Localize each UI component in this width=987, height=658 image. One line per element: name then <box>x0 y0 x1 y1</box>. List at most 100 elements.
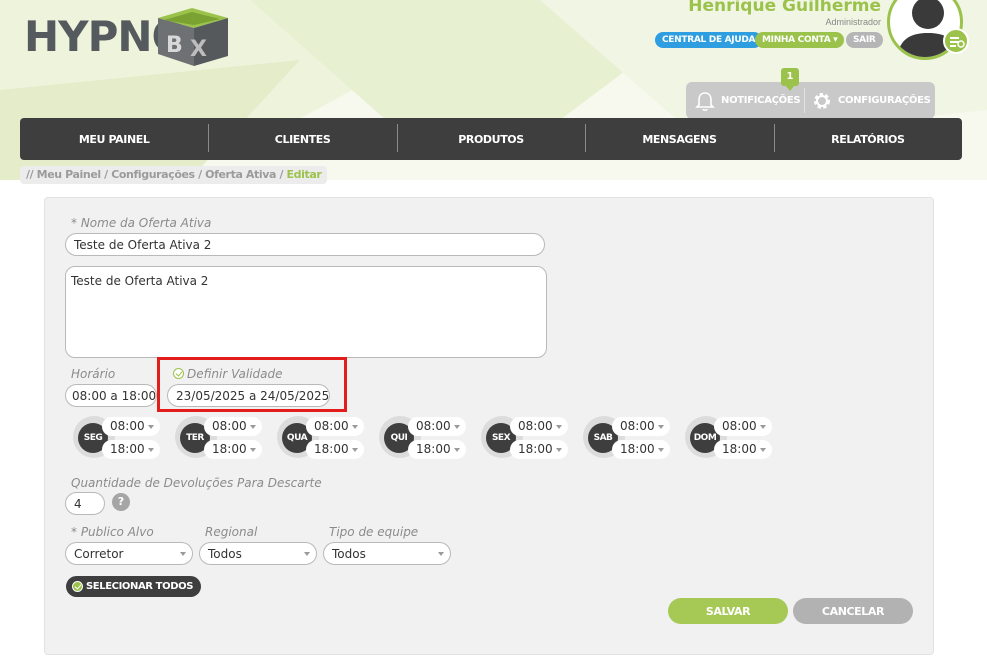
chevron-down-icon <box>556 425 562 429</box>
help-center-link[interactable]: CENTRAL DE AJUDA <box>655 32 763 48</box>
chevron-down-icon <box>454 425 460 429</box>
profile-settings-icon[interactable] <box>943 28 969 54</box>
chevron-down-icon <box>304 552 310 556</box>
nav-item-produtos[interactable]: PRODUTOS <box>396 118 585 160</box>
chevron-down-icon <box>352 425 358 429</box>
start-time: 08:00 <box>620 419 655 433</box>
equipe-value: Todos <box>332 546 366 561</box>
breadcrumb-path[interactable]: // Meu Painel / Configurações / Oferta A… <box>26 168 287 181</box>
start-time-select[interactable]: 08:00 <box>510 417 568 436</box>
chevron-down-icon <box>438 552 444 556</box>
end-time: 18:00 <box>314 442 349 456</box>
chevron-down-icon <box>180 552 186 556</box>
end-time: 18:00 <box>110 442 145 456</box>
exit-link[interactable]: SAIR <box>846 32 883 48</box>
start-time-select[interactable]: 08:00 <box>102 417 160 436</box>
user-role: Administrador <box>825 17 881 27</box>
horario-input[interactable]: 08:00 a 18:00 <box>65 384 157 407</box>
publico-label: * Publico Alvo <box>71 525 154 539</box>
chevron-down-icon <box>658 448 664 452</box>
devolucoes-input[interactable]: 4 <box>65 492 105 515</box>
day-seg: SEG 08:00 18:00 <box>72 414 160 462</box>
notifications-button[interactable]: NOTIFICAÇÕES <box>694 82 801 119</box>
notification-count-badge: 1 <box>781 68 799 91</box>
description-textarea[interactable]: Teste de Oferta Ativa 2 <box>65 266 547 358</box>
start-time: 08:00 <box>110 419 145 433</box>
end-time-select[interactable]: 18:00 <box>612 440 670 459</box>
day-qua: QUA 08:00 18:00 <box>276 414 364 462</box>
check-icon <box>72 581 83 592</box>
chevron-down-icon <box>250 425 256 429</box>
chevron-down-icon <box>148 448 154 452</box>
start-time: 08:00 <box>518 419 553 433</box>
start-time-select[interactable]: 08:00 <box>306 417 364 436</box>
start-time-select[interactable]: 08:00 <box>714 417 772 436</box>
divider <box>804 88 805 113</box>
start-time: 08:00 <box>722 419 757 433</box>
regional-value: Todos <box>208 546 242 561</box>
notifications-label: NOTIFICAÇÕES <box>721 95 801 106</box>
end-time-select[interactable]: 18:00 <box>714 440 772 459</box>
end-time-select[interactable]: 18:00 <box>408 440 466 459</box>
settings-label: CONFIGURAÇÕES <box>838 95 931 106</box>
chevron-down-icon: ▾ <box>833 35 838 45</box>
end-time: 18:00 <box>722 442 757 456</box>
nav-item-meu-painel[interactable]: MEU PAINEL <box>20 118 208 160</box>
horario-label: Horário <box>71 367 116 381</box>
nav-item-mensagens[interactable]: MENSAGENS <box>585 118 773 160</box>
day-dom: DOM 08:00 18:00 <box>684 414 772 462</box>
chevron-down-icon <box>556 448 562 452</box>
end-time-select[interactable]: 18:00 <box>204 440 262 459</box>
end-time: 18:00 <box>620 442 655 456</box>
start-time-select[interactable]: 08:00 <box>204 417 262 436</box>
save-button[interactable]: SALVAR <box>668 598 788 624</box>
publico-select[interactable]: Corretor <box>65 542 193 565</box>
devolucoes-label: Quantidade de Devoluções Para Descarte <box>71 476 322 490</box>
my-account-link[interactable]: MINHA CONTA ▾ <box>755 32 845 48</box>
chevron-down-icon <box>454 448 460 452</box>
highlight-box <box>157 357 347 412</box>
day-sab: SAB 08:00 18:00 <box>582 414 670 462</box>
end-time-select[interactable]: 18:00 <box>510 440 568 459</box>
start-time-select[interactable]: 08:00 <box>408 417 466 436</box>
select-all-label: SELECIONAR TODOS <box>86 581 194 592</box>
day-sex: SEX 08:00 18:00 <box>480 414 568 462</box>
end-time: 18:00 <box>416 442 451 456</box>
breadcrumb-current: Editar <box>286 168 322 181</box>
select-all-button[interactable]: SELECIONAR TODOS <box>66 576 202 597</box>
end-time-select[interactable]: 18:00 <box>102 440 160 459</box>
start-time: 08:00 <box>212 419 247 433</box>
end-time: 18:00 <box>518 442 553 456</box>
name-input[interactable]: Teste de Oferta Ativa 2 <box>65 233 545 256</box>
start-time: 08:00 <box>416 419 451 433</box>
equipe-label: Tipo de equipe <box>329 525 419 539</box>
regional-select[interactable]: Todos <box>199 542 317 565</box>
cancel-button[interactable]: CANCELAR <box>793 598 913 624</box>
hypnobox-logo[interactable]: HYPNO B X <box>22 4 237 68</box>
svg-text:X: X <box>190 37 207 62</box>
name-label: * Nome da Oferta Ativa <box>71 216 212 230</box>
chevron-down-icon <box>658 425 664 429</box>
start-time-select[interactable]: 08:00 <box>612 417 670 436</box>
breadcrumb: // Meu Painel / Configurações / Oferta A… <box>20 166 328 184</box>
publico-value: Corretor <box>74 546 124 561</box>
user-name: Henrique Guilherme <box>688 0 881 16</box>
logo-box-icon: B X <box>158 8 228 66</box>
main-nav: MEU PAINEL CLIENTES PRODUTOS MENSAGENS R… <box>20 118 962 160</box>
regional-label: Regional <box>205 525 258 539</box>
nav-item-clientes[interactable]: CLIENTES <box>208 118 396 160</box>
nav-item-relatorios[interactable]: RELATÓRIOS <box>773 118 962 160</box>
notification-bar: NOTIFICAÇÕES CONFIGURAÇÕES <box>686 82 935 119</box>
settings-button[interactable]: CONFIGURAÇÕES <box>811 82 931 119</box>
equipe-select[interactable]: Todos <box>323 542 451 565</box>
end-time-select[interactable]: 18:00 <box>306 440 364 459</box>
svg-text:B: B <box>166 33 183 58</box>
day-ter: TER 08:00 18:00 <box>174 414 262 462</box>
bell-icon <box>695 91 715 111</box>
help-icon[interactable]: ? <box>112 493 130 511</box>
day-qui: QUI 08:00 18:00 <box>378 414 466 462</box>
chevron-down-icon <box>250 448 256 452</box>
start-time: 08:00 <box>314 419 349 433</box>
chevron-down-icon <box>760 448 766 452</box>
end-time: 18:00 <box>212 442 247 456</box>
